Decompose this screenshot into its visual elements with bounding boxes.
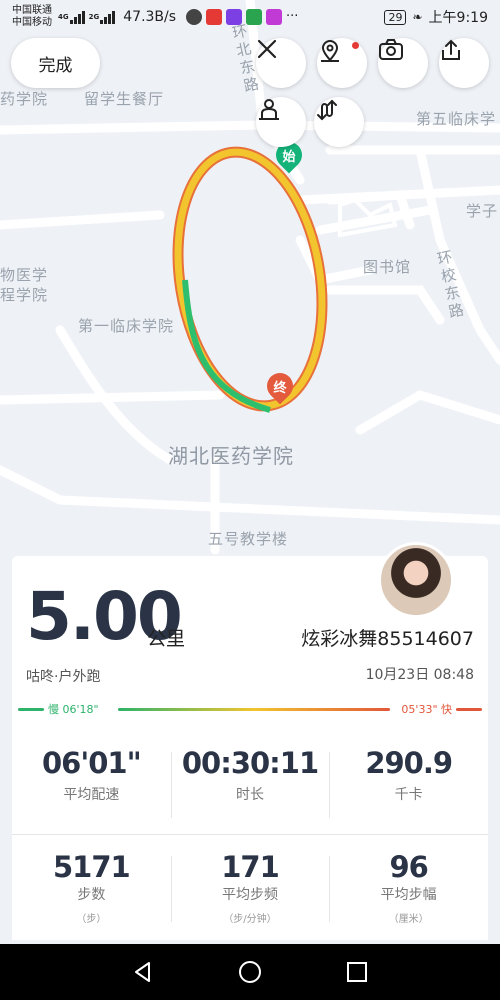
- location-button[interactable]: [317, 38, 367, 88]
- camera-icon: [379, 39, 403, 60]
- poi-school-yao: 药学院: [0, 90, 49, 108]
- notification-icons: ···: [186, 9, 298, 25]
- carrier-names: 中国联通 中国移动: [12, 5, 52, 29]
- qq-icon: [186, 9, 203, 25]
- camera-button[interactable]: [378, 38, 428, 88]
- poi-first-clinic: 第一临床学院: [78, 317, 175, 335]
- stat-steps: 5171 步数 （步）: [12, 850, 171, 925]
- stats-row-1: 06'01" 平均配速 00:30:11 时长 290.9 千卡: [12, 746, 488, 818]
- stat-cadence: 171 平均步频 （步/分钟）: [170, 850, 330, 925]
- clock: 上午9:19: [428, 10, 488, 26]
- back-icon[interactable]: [131, 960, 155, 984]
- stat-unit: （步/分钟）: [223, 914, 277, 925]
- person-meditate-icon: [259, 99, 279, 120]
- poi-biomed-2: 程学院: [0, 286, 49, 304]
- poi-xuezi: 学子: [466, 202, 499, 220]
- stats-row-2: 5171 步数 （步） 171 平均步频 （步/分钟） 96 平均步幅 （厘米）: [12, 850, 488, 925]
- stat-value: 171: [221, 850, 280, 884]
- stat-label: 平均步频: [222, 887, 278, 903]
- close-icon: [257, 39, 277, 59]
- stat-value: 290.9: [365, 746, 453, 780]
- network-type-1: 4G: [58, 13, 69, 21]
- pace-slow-line: [18, 708, 44, 711]
- share-button[interactable]: [439, 38, 489, 88]
- stat-value: 5171: [52, 850, 131, 884]
- stat-label: 时长: [236, 787, 264, 803]
- stat-label: 步数: [77, 887, 106, 903]
- stat-label: 千卡: [394, 787, 423, 803]
- status-bar: 中国联通 中国移动 4G 2G 47.3B/s ··· 29 ❧ 上午9:19: [0, 0, 500, 34]
- run-summary-card: 5.00 公里 炫彩冰舞85514607 咕咚·户外跑 10月23日 08:48…: [12, 542, 488, 940]
- battery-icon: 29: [384, 9, 407, 25]
- more-notifications-icon: ···: [286, 9, 299, 24]
- pace-slow-label: 慢 06'18": [48, 703, 99, 716]
- avatar[interactable]: [378, 542, 454, 618]
- stat-label: 平均步幅: [380, 887, 437, 903]
- divider: [12, 834, 488, 835]
- pace-fast-line: [456, 708, 482, 711]
- close-button[interactable]: [256, 38, 306, 88]
- poi-library: 图书馆: [363, 258, 412, 276]
- video-app-icon: [226, 9, 243, 25]
- pace-fast-label: 05'33" 快: [401, 703, 452, 716]
- route-map[interactable]: 药学院 留学生餐厅 环北东路 第五临床学 学子 图书馆 环校东路 物医学 程学院…: [0, 0, 500, 560]
- share-icon: [442, 39, 460, 60]
- poi-building5: 五号教学楼: [208, 530, 289, 548]
- app-icon-green: [246, 9, 263, 25]
- notification-dot: [352, 42, 359, 49]
- stat-value: 06'01": [41, 746, 142, 780]
- poi-university: 湖北医药学院: [168, 444, 294, 468]
- stat-calories: 290.9 千卡: [329, 746, 488, 818]
- stat-label: 平均配速: [63, 787, 120, 803]
- signal-icon-2: [100, 10, 116, 24]
- stat-unit: （厘米）: [388, 914, 429, 925]
- activity-source: 咕咚·户外跑: [26, 669, 101, 685]
- home-icon[interactable]: [238, 960, 262, 984]
- carrier-2: 中国移动: [12, 17, 52, 28]
- poi-fifth-clinic: 第五临床学: [416, 110, 497, 128]
- activity-datetime: 10月23日 08:48: [365, 667, 474, 683]
- stat-value: 96: [389, 850, 429, 884]
- pace-legend: 慢 06'18" 05'33" 快: [12, 701, 488, 717]
- route-switch-button[interactable]: [314, 97, 364, 147]
- username: 炫彩冰舞85514607: [301, 628, 474, 650]
- pace-gradient: [118, 708, 390, 711]
- poi-biomed-1: 物医学: [0, 266, 49, 284]
- stat-avg-pace: 06'01" 平均配速: [12, 746, 171, 804]
- poi-canteen: 留学生餐厅: [84, 90, 165, 108]
- stat-duration: 00:30:11 时长: [170, 746, 330, 818]
- stat-unit: （步）: [76, 914, 107, 925]
- app-icon-purple: [266, 9, 283, 25]
- location-pin-icon: [321, 40, 339, 62]
- signal-icon-1: [69, 10, 85, 24]
- recents-icon[interactable]: [345, 960, 369, 984]
- leaf-icon: ❧: [412, 10, 423, 24]
- carrier-1: 中国联通: [12, 5, 52, 16]
- system-nav-bar: [0, 944, 500, 1000]
- distance-unit: 公里: [147, 628, 186, 650]
- network-speed: 47.3B/s: [123, 9, 177, 25]
- stat-stride: 96 平均步幅 （厘米）: [329, 850, 488, 925]
- done-button[interactable]: 完成: [11, 38, 100, 88]
- runner-view-button[interactable]: [256, 97, 306, 147]
- kuaishou-icon: [206, 9, 223, 25]
- stat-value: 00:30:11: [181, 746, 319, 780]
- route-switch-icon: [317, 99, 337, 121]
- network-type-2: 2G: [88, 13, 100, 21]
